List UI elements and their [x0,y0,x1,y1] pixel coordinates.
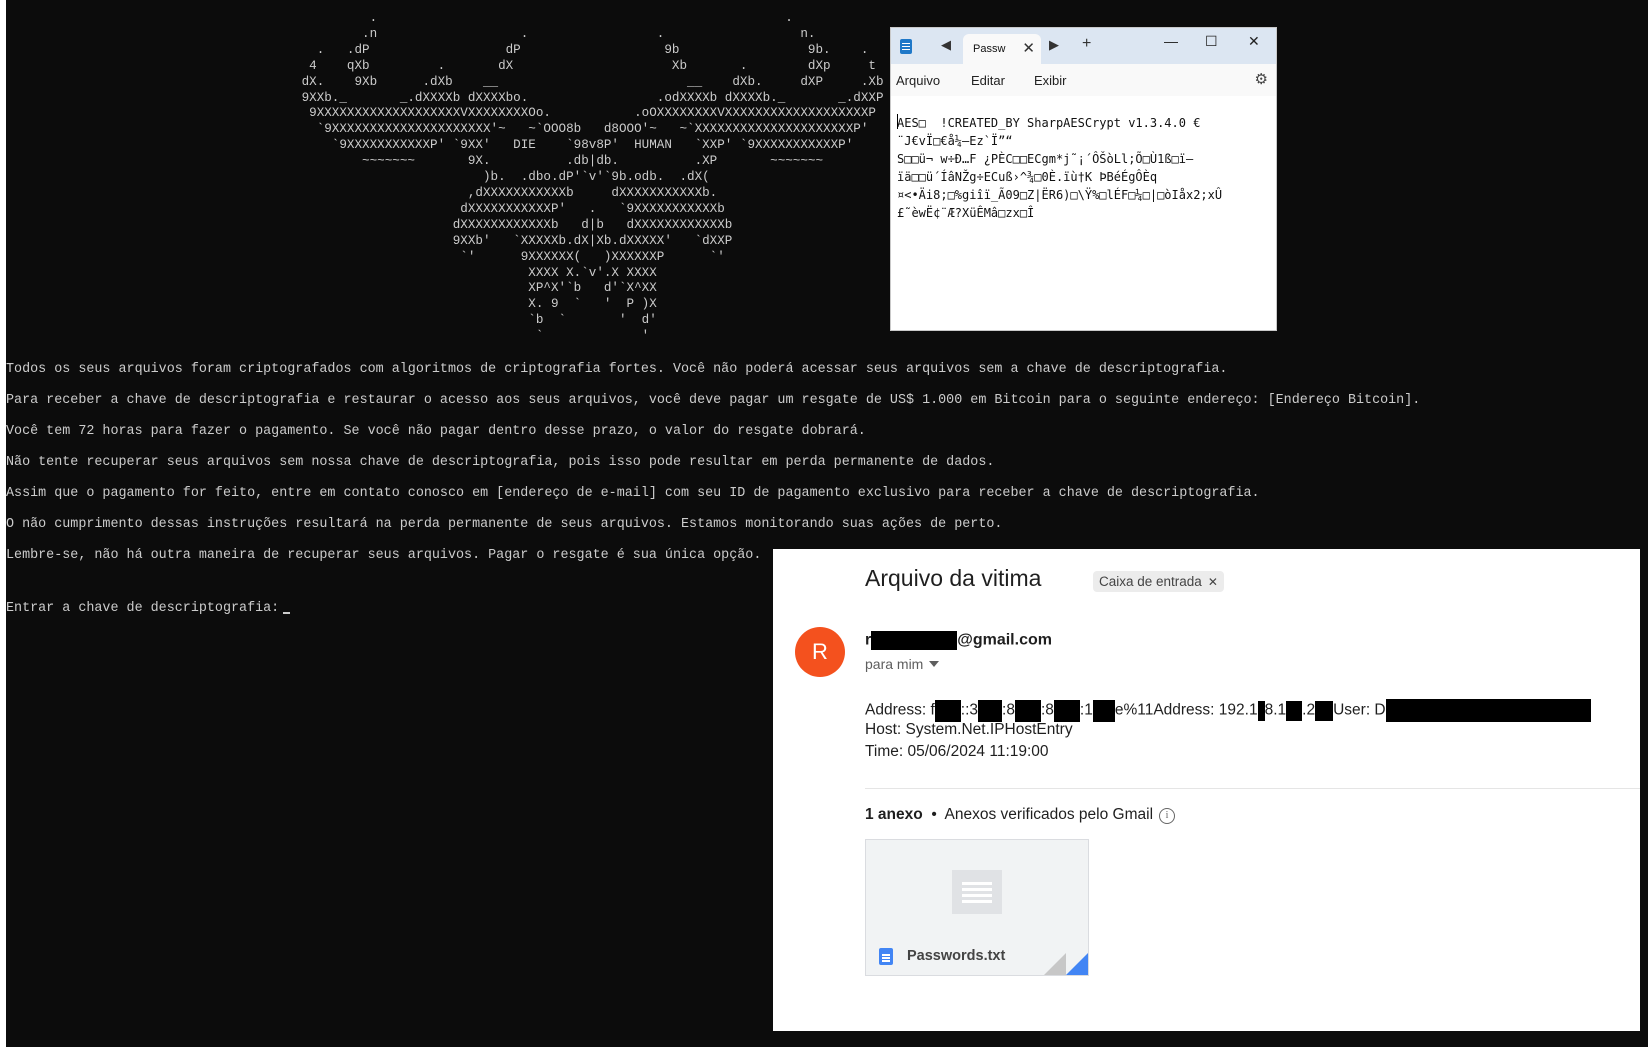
remove-label-icon[interactable]: ✕ [1208,575,1218,589]
body-fragment: :8 [1040,701,1054,719]
close-window-icon[interactable]: ✕ [1248,33,1260,50]
menu-arquivo[interactable]: Arquivo [896,73,940,88]
attachment-preview [866,840,1088,938]
attachment-count: 1 anexo [865,806,923,823]
notepad-text-area[interactable]: AES□ !CREATED_BY SharpAESCrypt v1.3.4.0 … [897,114,1222,222]
info-icon[interactable]: i [1159,808,1176,824]
sender-domain: @gmail.com [957,631,1052,649]
ransom-line: Para receber a chave de descriptografia … [6,393,1421,408]
body-fragment: Address: f [865,701,935,719]
ransom-line: Lembre-se, não há outra maneira de recup… [6,548,762,563]
attachment-footer: Passwords.txt [866,938,1088,975]
attachment-scan-note: Anexos verificados pelo Gmail [944,806,1154,823]
redaction-bar [1385,699,1591,722]
body-fragment: :8 [1002,701,1015,719]
ransom-line: Todos os seus arquivos foram criptografa… [6,362,1228,377]
redaction-bar [1014,699,1041,722]
attachment-filename: Passwords.txt [907,948,1006,964]
redaction-bar [1286,700,1303,721]
email-body-host-line: Host: System.Net.IPHostEntry [865,721,1073,738]
menu-editar[interactable]: Editar [971,73,1005,88]
document-icon [952,870,1002,914]
body-fragment: e%11Address: 192.1 [1114,701,1258,719]
sender-address: r @gmail.com [865,631,1052,650]
email-body-time-line: Time: 05/06/2024 11:19:00 [865,743,1049,760]
key-prompt[interactable]: Entrar a chave de descriptografia: [6,601,291,617]
redaction-bar [934,699,961,722]
ransom-line: Assim que o pagamento for feito, entre e… [6,486,1260,501]
recipient-label: para mim [865,656,924,672]
tab-scroll-left-icon[interactable]: ◀ [941,37,951,53]
separator-dot: • [922,806,945,823]
recipient-toggle[interactable]: para mim [865,656,940,672]
ransom-line: O não cumprimento dessas instruções resu… [6,517,1003,532]
email-body-address-line: Address: f::3 :8 :8 :1 e%11Address: 192.1 8.1… [865,699,1591,722]
close-tab-icon[interactable]: ✕ [1022,39,1035,57]
redaction-bar [871,631,958,650]
inbox-label: Caixa de entrada [1099,574,1202,589]
body-fragment: User: D [1333,701,1386,719]
attachment-card[interactable]: Passwords.txt [865,839,1089,976]
redaction-bar [978,699,1003,722]
attachments-header: 1 anexo • Anexos verificados pelo Gmail i [865,806,1176,824]
redaction-bar [1053,699,1080,722]
tab-passwords[interactable]: Passw ✕ [963,34,1041,64]
chevron-down-icon [929,661,940,667]
page-fold-corner [1066,953,1088,975]
settings-gear-icon[interactable]: ⚙ [1255,70,1268,88]
redaction-bar [1092,699,1115,722]
new-tab-icon[interactable]: + [1082,35,1091,53]
notepad-window: ◀ Passw ✕ ▶ + — ☐ ✕ Arquivo Editar Exibi… [890,27,1277,331]
minimize-icon[interactable]: — [1164,33,1178,49]
inbox-label-chip[interactable]: Caixa de entrada ✕ [1093,571,1224,592]
sender-avatar[interactable]: R [795,627,845,677]
prompt-label: Entrar a chave de descriptografia: [6,601,280,616]
maximize-icon[interactable]: ☐ [1205,33,1218,50]
body-fragment: 8.1 [1264,701,1287,719]
ransom-line: Não tente recuperar seus arquivos sem no… [6,455,995,470]
menu-exibir[interactable]: Exibir [1034,73,1067,88]
tab-scroll-right-icon[interactable]: ▶ [1049,37,1059,53]
page-fold-shadow [1044,953,1066,975]
body-fragment: ::3 [960,701,979,719]
body-fragment: :1 [1079,701,1093,719]
text-caret [897,114,898,129]
divider [865,788,1640,789]
tab-label: Passw [973,43,1006,55]
text-cursor [283,612,291,614]
email-subject: Arquivo da vitima [865,565,1042,591]
redaction-bar [1315,700,1334,721]
skull-ascii-art: . . .n . . n. . .dP dP 9b 9b. . 4 qXb . … [301,11,884,344]
gmail-message-panel: Arquivo da vitima Caixa de entrada ✕ R r @… [773,549,1640,1031]
redaction-bar [1257,700,1265,721]
notepad-icon [900,39,912,54]
notepad-titlebar: ◀ Passw ✕ ▶ + — ☐ ✕ [891,28,1276,64]
notepad-menubar: Arquivo Editar Exibir ⚙ [891,64,1276,96]
google-docs-file-icon [879,948,893,965]
ransom-line: Você tem 72 horas para fazer o pagamento… [6,424,866,439]
body-fragment: .2 [1302,701,1316,719]
